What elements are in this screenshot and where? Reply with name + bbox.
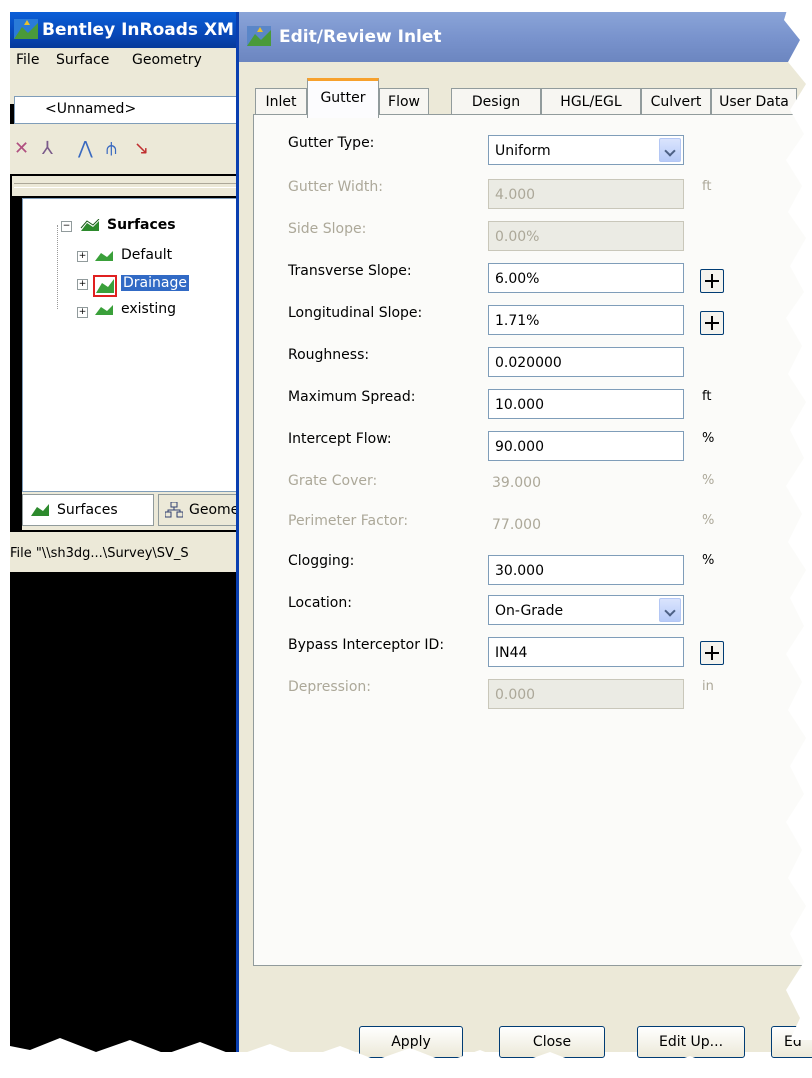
depression-unit: in — [702, 679, 714, 694]
clogging-field[interactable]: 30.000 — [488, 555, 684, 585]
intercept-flow-unit: % — [702, 431, 715, 446]
menu-geometry[interactable]: Geometry — [132, 52, 202, 68]
location-select[interactable]: On-Grade — [488, 595, 684, 625]
tab-inlet[interactable]: Inlet — [255, 88, 307, 115]
perimeter-factor-unit: % — [702, 513, 715, 528]
surface-icon — [95, 305, 113, 315]
gutter-type-value: Uniform — [495, 143, 551, 159]
tab-design[interactable]: Design — [451, 88, 541, 115]
tree-item-existing[interactable]: existing — [121, 301, 176, 317]
inroads-title-text: Bentley InRoads XM — [42, 20, 234, 40]
inroads-main-window: Bentley InRoads XM File Surface Geometry… — [10, 12, 250, 1052]
tab-culvert[interactable]: Culvert — [641, 88, 711, 115]
edit-review-inlet-dialog: Edit/Review Inlet Inlet Gutter Flow Desi… — [236, 12, 812, 1058]
location-label: Location: — [288, 595, 352, 611]
dialog-tabs: Inlet Gutter Flow Design HGL/EGL Culvert… — [255, 76, 812, 118]
tool-curve-icon[interactable]: ⫛ — [106, 138, 117, 159]
menu-surface[interactable]: Surface — [56, 52, 109, 68]
project-combo-value: <Unnamed> — [45, 101, 137, 117]
menu-file[interactable]: File — [16, 52, 39, 68]
bypass-interceptor-pick-button[interactable] — [700, 641, 724, 665]
dialog-title-text: Edit/Review Inlet — [279, 27, 442, 47]
intercept-flow-field[interactable]: 90.000 — [488, 431, 684, 461]
clogging-label: Clogging: — [288, 553, 355, 569]
edit-up-button[interactable]: Edit Up... — [637, 1026, 745, 1058]
expand-icon[interactable]: + — [77, 307, 88, 318]
tab-user-data[interactable]: User Data — [711, 88, 797, 115]
surface-icon — [95, 251, 113, 261]
surfaces-tree: − Surfaces + Default + Drainage + existi… — [22, 198, 250, 492]
gutter-width-unit: ft — [702, 179, 712, 194]
depression-field: 0.000 — [488, 679, 684, 709]
tool-arrow-icon[interactable]: ↘ — [134, 138, 149, 159]
gutter-tab-panel: Gutter Type: Uniform Gutter Width: 4.000… — [253, 114, 812, 966]
collapse-icon[interactable]: − — [61, 221, 72, 232]
tree-root-surfaces[interactable]: Surfaces — [107, 217, 176, 233]
status-text: File "\\sh3dg...\Survey\SV_S — [10, 546, 189, 561]
longitudinal-slope-label: Longitudinal Slope: — [288, 305, 423, 321]
expand-icon[interactable]: + — [77, 279, 88, 290]
perimeter-factor-value: 77.000 — [492, 517, 541, 533]
grate-cover-value: 39.000 — [492, 475, 541, 491]
chevron-down-icon[interactable] — [659, 598, 681, 622]
dialog-app-icon — [247, 26, 271, 46]
gutter-type-select[interactable]: Uniform — [488, 135, 684, 165]
transverse-slope-field[interactable]: 6.00% — [488, 263, 684, 293]
grate-cover-label: Grate Cover: — [288, 473, 378, 489]
inroads-title-bar[interactable]: Bentley InRoads XM — [10, 12, 250, 48]
close-button[interactable]: Close — [499, 1026, 605, 1058]
surfaces-tab-icon — [31, 504, 49, 516]
dialog-title-bar[interactable]: Edit/Review Inlet — [239, 12, 812, 62]
inroads-app-icon — [14, 19, 38, 39]
tree-item-drainage[interactable]: Drainage — [121, 275, 189, 291]
tab-flow[interactable]: Flow — [379, 88, 429, 115]
longitudinal-slope-pick-button[interactable] — [700, 311, 724, 335]
maximum-spread-field[interactable]: 10.000 — [488, 389, 684, 419]
clogging-unit: % — [702, 553, 715, 568]
transverse-slope-pick-button[interactable] — [700, 269, 724, 293]
tool-line-icon[interactable]: ⋀ — [78, 138, 93, 159]
apply-button[interactable]: Apply — [359, 1026, 463, 1058]
gutter-type-label: Gutter Type: — [288, 135, 375, 151]
tool-x-icon[interactable]: ✕ — [14, 138, 29, 159]
intercept-flow-label: Intercept Flow: — [288, 431, 392, 447]
tab-hgl-egl[interactable]: HGL/EGL — [541, 88, 641, 115]
project-combo[interactable]: <Unnamed> — [14, 96, 250, 124]
gutter-width-field: 4.000 — [488, 179, 684, 209]
side-slope-label: Side Slope: — [288, 221, 367, 237]
edit-down-button[interactable]: Ed — [771, 1026, 812, 1058]
longitudinal-slope-field[interactable]: 1.71% — [488, 305, 684, 335]
workspace-tabs: Surfaces Geometry — [22, 492, 250, 530]
gutter-width-label: Gutter Width: — [288, 179, 383, 195]
background-dark-area — [10, 572, 250, 1052]
status-bar: File "\\sh3dg...\Survey\SV_S — [10, 532, 250, 572]
surface-icon — [93, 275, 117, 297]
surfaces-group-icon — [80, 219, 100, 231]
bypass-interceptor-id-field[interactable]: IN44 — [488, 637, 684, 667]
chevron-down-icon[interactable] — [659, 138, 681, 162]
maximum-spread-unit: ft — [702, 389, 712, 404]
location-value: On-Grade — [495, 603, 564, 619]
roughness-label: Roughness: — [288, 347, 370, 363]
transverse-slope-label: Transverse Slope: — [288, 263, 412, 279]
geometry-tab-icon — [165, 502, 183, 518]
depression-label: Depression: — [288, 679, 371, 695]
tab-surfaces[interactable]: Surfaces — [22, 494, 154, 526]
tab-gutter[interactable]: Gutter — [307, 78, 379, 118]
toolbar-separator — [12, 176, 250, 196]
roughness-field[interactable]: 0.020000 — [488, 347, 684, 377]
tool-branch-icon[interactable]: ⅄ — [42, 138, 53, 159]
bypass-interceptor-id-label: Bypass Interceptor ID: — [288, 637, 445, 653]
side-slope-field: 0.00% — [488, 221, 684, 251]
perimeter-factor-label: Perimeter Factor: — [288, 513, 409, 529]
expand-icon[interactable]: + — [77, 251, 88, 262]
inroads-toolbar: ✕ ⅄ ⋀ ⫛ ↘ — [10, 124, 250, 174]
tree-item-default[interactable]: Default — [121, 247, 172, 263]
grate-cover-unit: % — [702, 473, 715, 488]
maximum-spread-label: Maximum Spread: — [288, 389, 416, 405]
